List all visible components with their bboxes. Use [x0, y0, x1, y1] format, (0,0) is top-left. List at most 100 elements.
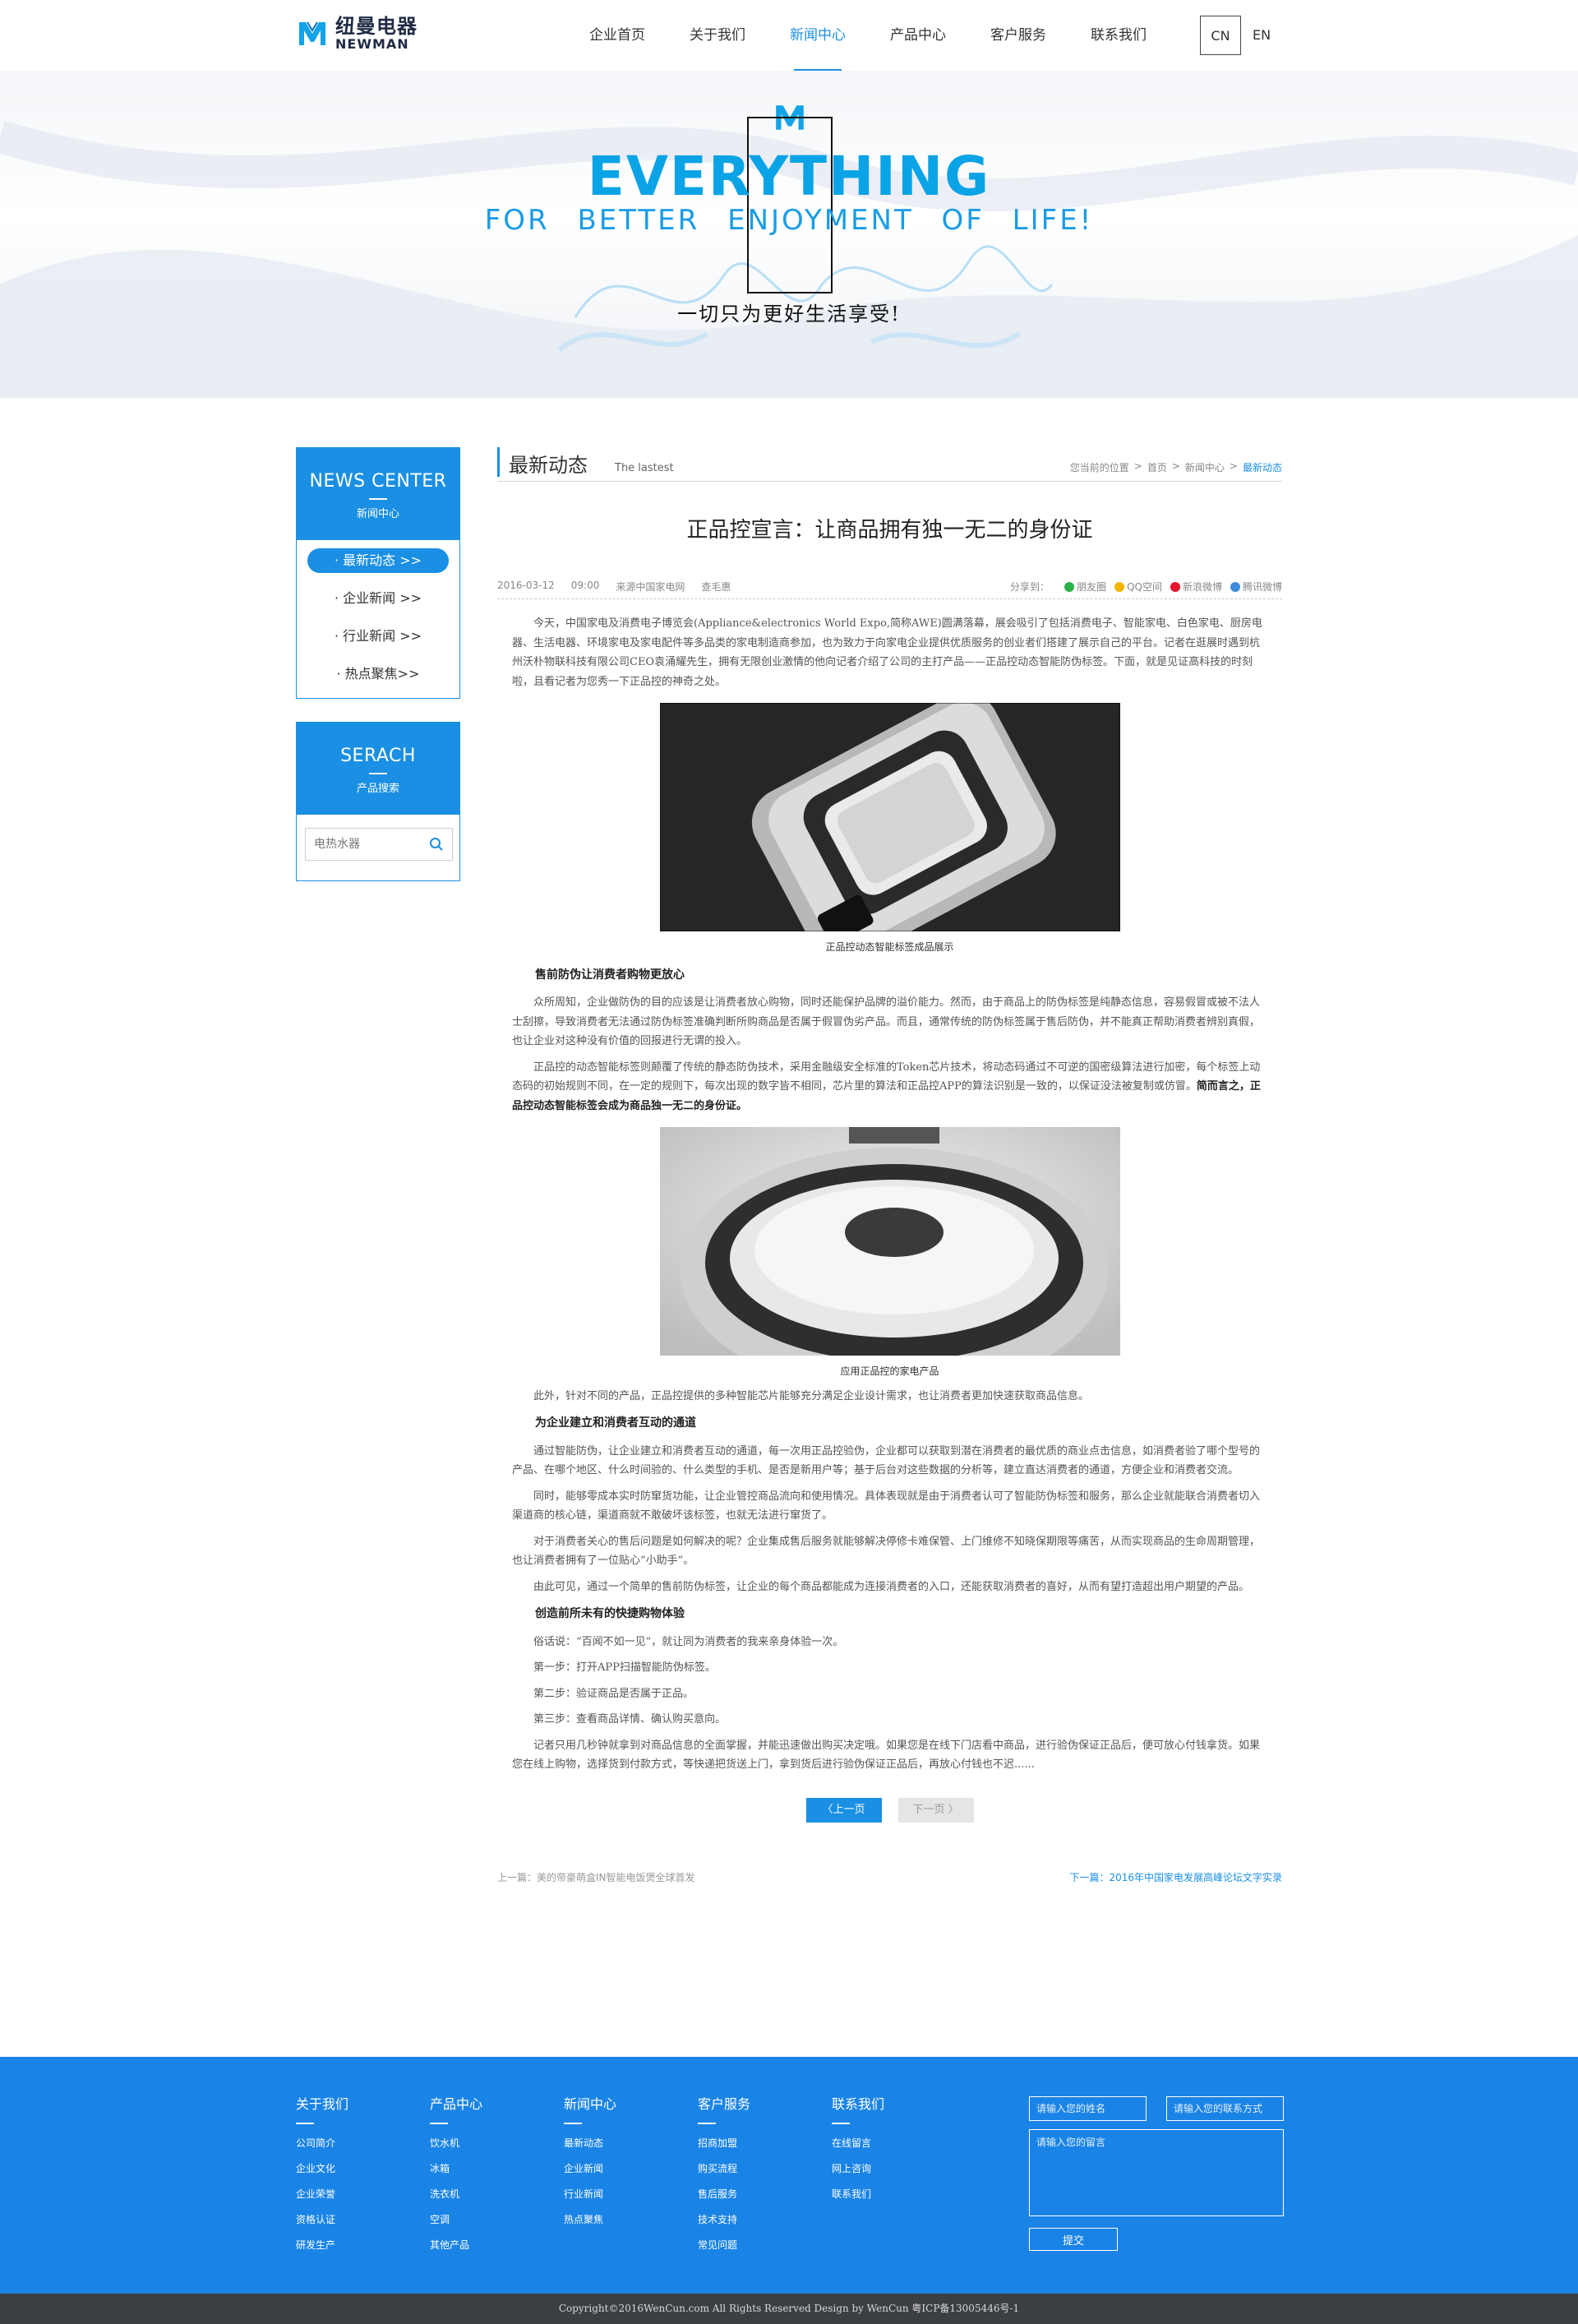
nav-service[interactable]: 客户服务 — [968, 0, 1068, 71]
divider — [832, 2123, 850, 2124]
share-moments-label: 朋友圈 — [1077, 581, 1107, 593]
sidebar-item-hot-topics[interactable]: · 热点聚焦>> — [307, 662, 449, 686]
nav-about[interactable]: 关于我们 — [667, 0, 768, 71]
share-moments-button[interactable]: 朋友圈 — [1064, 580, 1106, 594]
sidebar-item-industry-news[interactable]: · 行业新闻 >> — [307, 624, 449, 649]
search-input[interactable] — [306, 829, 421, 860]
language-switcher: CN EN — [1200, 16, 1282, 55]
share-tencent-weibo-button[interactable]: 腾讯微博 — [1230, 580, 1282, 594]
nav-news[interactable]: 新闻中心 — [768, 0, 868, 71]
footer-column-title: 客户服务 — [698, 2096, 751, 2112]
article-paragraph: 第三步：查看商品详情、确认购买意向。 — [533, 1713, 727, 1726]
article-paragraph: 对于消费者关心的售后问题是如何解决的呢？企业集成售后服务就能够解决停修卡难保管、… — [512, 1535, 1261, 1568]
breadcrumb-home[interactable]: 首页 — [1147, 460, 1167, 474]
article-time: 09:00 — [570, 580, 600, 591]
share-bar: 分享到： 朋友圈 QQ空间 新浪微博 腾讯微博 — [1010, 580, 1282, 594]
footer-link[interactable]: 最新动态 — [564, 2136, 687, 2150]
brand-logo[interactable]: 纽曼电器 NEWMAN — [296, 16, 418, 51]
footer-link[interactable]: 企业新闻 — [564, 2161, 687, 2175]
breadcrumb-news[interactable]: 新闻中心 — [1185, 460, 1225, 474]
share-weibo-button[interactable]: 新浪微博 — [1170, 580, 1222, 594]
adjacent-articles: 上一篇：美的帝豪萌盒IN智能电饭煲全球首发 下一篇：2016年中国家电发展高峰论… — [497, 1870, 1282, 1887]
pagination: 〈上一页 下一页 〉 — [497, 1797, 1282, 1823]
article-title: 正品控宣言：让商品拥有独一无二的身份证 — [686, 518, 1093, 543]
footer-link[interactable]: 资格认证 — [296, 2212, 419, 2226]
search-icon[interactable] — [429, 837, 444, 852]
article-paragraph: 记者只用几秒钟就拿到对商品信息的全面掌握，并能迅速做出购买决定哦。如果您是在线下… — [512, 1739, 1261, 1772]
article-subheading: 售前防伪让消费者购物更放心 — [535, 968, 685, 982]
footer-link[interactable]: 热点聚焦 — [564, 2212, 687, 2226]
section-subtitle: The lastest — [615, 462, 674, 474]
article-date: 2016-03-12 — [497, 580, 555, 591]
footer-link[interactable]: 公司简介 — [296, 2136, 419, 2150]
news-panel-title-en: NEWS CENTER — [309, 471, 447, 492]
smart-tag-product-image — [659, 703, 1120, 931]
search-field — [305, 828, 453, 861]
nav-contact[interactable]: 联系我们 — [1068, 0, 1169, 71]
news-category-panel: NEWS CENTER 新闻中心 · 最新动态 >> · 企业新闻 >> · 行… — [296, 447, 460, 699]
next-page-button[interactable]: 下一页 〉 — [897, 1797, 974, 1823]
article-paragraph: 正品控的动态智能标签则颠覆了传统的静态防伪技术，采用金融级安全标准的Token芯… — [512, 1058, 1267, 1116]
submit-button[interactable]: 提交 — [1029, 2228, 1118, 2251]
article-paragraph: 第二步：验证商品是否属于正品。 — [533, 1687, 694, 1700]
footer-link[interactable]: 空调 — [430, 2212, 553, 2226]
news-category-list: · 最新动态 >> · 企业新闻 >> · 行业新闻 >> · 热点聚焦>> — [297, 540, 459, 698]
breadcrumb-current[interactable]: 最新动态 — [1243, 460, 1282, 474]
footer-link[interactable]: 其他产品 — [430, 2238, 553, 2252]
footer-link[interactable]: 网上咨询 — [832, 2161, 955, 2175]
sidebar-item-company-news[interactable]: · 企业新闻 >> — [307, 586, 449, 611]
prev-article-link[interactable]: 上一篇：美的帝豪萌盒IN智能电饭煲全球首发 — [497, 1870, 695, 1884]
footer-link[interactable]: 招商加盟 — [698, 2136, 821, 2150]
logo-icon — [299, 21, 325, 45]
footer-link[interactable]: 常见问题 — [698, 2238, 821, 2252]
footer-link[interactable]: 企业荣誉 — [296, 2187, 419, 2201]
article-paragraph: 此外，针对不同的产品，正品控提供的多种智能芯片能够充分满足企业设计需求，也让消费… — [533, 1389, 1090, 1402]
footer-column-title: 联系我们 — [832, 2096, 885, 2112]
breadcrumb-separator: > — [1133, 460, 1142, 472]
footer-link[interactable]: 洗衣机 — [430, 2187, 553, 2201]
article-paragraph: 今天，中国家电及消费电子博览会(Appliance&electronics Wo… — [512, 617, 1262, 688]
footer-link[interactable]: 企业文化 — [296, 2161, 419, 2175]
divider — [430, 2123, 448, 2124]
footer-link[interactable]: 技术支持 — [698, 2212, 821, 2226]
footer-link[interactable]: 售后服务 — [698, 2187, 821, 2201]
article-subheading: 为企业建立和消费者互动的通道 — [535, 1416, 696, 1430]
footer-link[interactable]: 冰箱 — [430, 2161, 553, 2175]
section-accent-bar — [497, 447, 500, 477]
sidebar-item-latest[interactable]: · 最新动态 >> — [307, 548, 449, 573]
divider — [369, 498, 387, 500]
prev-page-button[interactable]: 〈上一页 — [805, 1797, 882, 1823]
footer-link[interactable]: 饮水机 — [430, 2136, 553, 2150]
article-paragraph: 由此可见，通过一个简单的售前防伪标签，让企业的每个商品都能成为连接消费者的入口，… — [533, 1580, 1250, 1593]
wechat-moments-icon — [1064, 581, 1075, 592]
footer-link[interactable]: 行业新闻 — [564, 2187, 687, 2201]
name-field[interactable] — [1029, 2096, 1147, 2121]
figure-caption: 正品控动态智能标签成品展示 — [825, 941, 954, 953]
lang-cn-button[interactable]: CN — [1200, 16, 1241, 55]
article-figure: 正品控动态智能标签成品展示 — [512, 703, 1267, 958]
article-figure: 应用正品控的家电产品 — [512, 1127, 1267, 1382]
tencent-weibo-icon — [1230, 581, 1240, 592]
footer-link[interactable]: 购买流程 — [698, 2161, 821, 2175]
nav-home[interactable]: 企业首页 — [567, 0, 667, 71]
footer-column-service: 客户服务 招商加盟 购买流程 售后服务 技术支持 常见问题 — [698, 2093, 821, 2263]
news-panel-title-cn: 新闻中心 — [356, 508, 399, 520]
article-paragraph: 第一步：打开APP扫描智能防伪标签。 — [533, 1661, 716, 1674]
footer-link[interactable]: 联系我们 — [832, 2187, 955, 2201]
share-qzone-button[interactable]: QQ空间 — [1114, 580, 1162, 594]
footer-link[interactable]: 研发生产 — [296, 2238, 419, 2252]
copyright-bar: Copyright©2016WenCun.com All Rights Rese… — [0, 2294, 1578, 2324]
figure-caption: 应用正品控的家电产品 — [840, 1365, 939, 1377]
site-header: 纽曼电器 NEWMAN 企业首页 关于我们 新闻中心 产品中心 客户服务 联系我… — [0, 0, 1578, 71]
article-author: 查毛惠 — [701, 581, 731, 593]
contact-field[interactable] — [1166, 2096, 1284, 2121]
footer-link[interactable]: 在线留言 — [832, 2136, 955, 2150]
nav-products[interactable]: 产品中心 — [868, 0, 968, 71]
site-footer: 关于我们 公司简介 企业文化 企业荣誉 资格认证 研发生产 产品中心 饮水机 冰… — [0, 2057, 1578, 2294]
article-paragraph: 同时，能够零成本实时防窜货功能，让企业管控商品流向和使用情况。具体表现就是由于消… — [512, 1490, 1261, 1522]
lang-en-button[interactable]: EN — [1241, 16, 1282, 55]
divider — [369, 773, 387, 774]
next-article-link[interactable]: 下一篇：2016年中国家电发展高峰论坛文字实录 — [1069, 1870, 1282, 1884]
divider — [564, 2123, 582, 2124]
message-textarea[interactable] — [1029, 2129, 1284, 2216]
